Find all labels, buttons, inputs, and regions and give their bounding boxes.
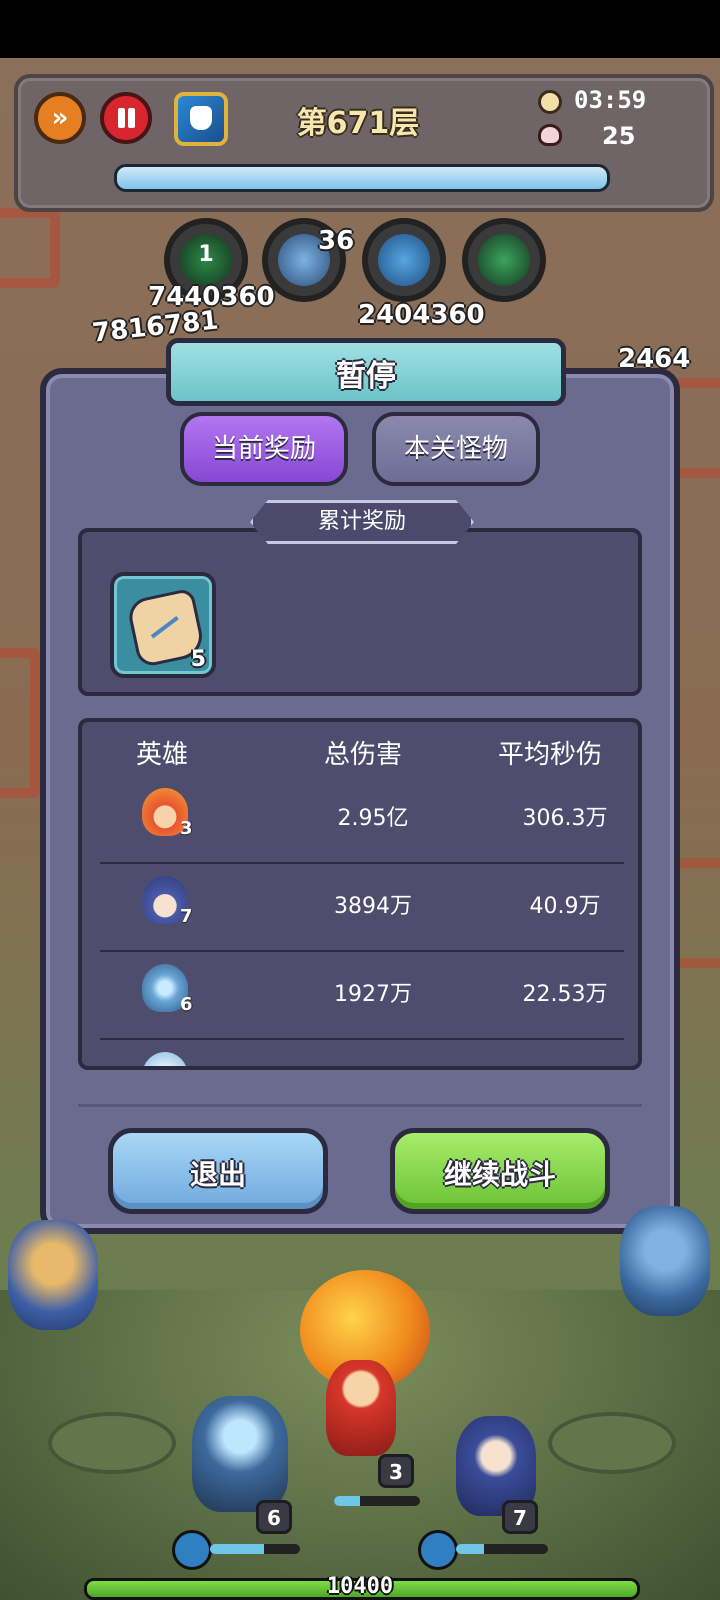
table-row [100,1038,624,1066]
ability-button-heal[interactable] [362,218,446,302]
background-tile [0,208,60,288]
tab-stage-monsters[interactable]: 本关怪物 [372,412,540,486]
damage-number: 36 [318,226,355,256]
ice-golem-hero-icon [142,1052,188,1066]
dialog-banner: 暂停 [166,338,566,406]
fast-forward-button[interactable]: » [34,92,86,144]
reward-count: 5 [190,647,206,672]
hero-level: 7 [180,906,193,927]
divider [78,1104,642,1107]
frost-knight-unit[interactable] [192,1396,288,1512]
reward-panel: 5 [78,528,642,696]
skill-card-button[interactable] [174,92,228,146]
floor-title: 第671层 [296,106,420,141]
unit-hp-fill [210,1544,264,1554]
enemy-dragon-right [620,1206,710,1316]
table-row: 3 2.95亿 306.3万 [100,774,624,864]
summon-hero-icon [478,234,530,286]
frost-knight-orb-icon [172,1530,212,1570]
damage-stats-panel[interactable]: 英雄 总伤害 平均秒伤 3 2.95亿 306.3万 7 3894万 40.9万… [78,718,642,1070]
avg-dps: 306.3万 [522,806,608,831]
exit-button[interactable]: 退出 [108,1128,328,1214]
dialog-title: 暂停 [336,359,396,394]
unit-hp-bar [210,1544,300,1554]
total-damage: 2.95亿 [337,806,409,831]
top-hud: » 第671层 03:59 25 [14,74,714,212]
exit-button-label: 退出 [189,1158,246,1191]
base-hp-text: 10400 [326,1574,394,1599]
unit-level: 7 [502,1500,538,1534]
continue-battle-button[interactable]: 继续战斗 [390,1128,610,1214]
boss-hp-fill [117,167,607,189]
avg-dps: 40.9万 [529,894,601,919]
timer-text: 03:59 [574,86,647,114]
damage-number: 2404360 [358,300,485,330]
hero-level: 6 [180,994,193,1015]
total-damage: 1927万 [334,982,412,1007]
clock-icon [538,90,562,114]
skill-card-icon [190,106,212,130]
table-row: 7 3894万 40.9万 [100,862,624,952]
heal-boost-icon [378,234,430,286]
unit-level: 6 [256,1500,292,1534]
unit-hp-bar [334,1496,420,1506]
ability-button-hero[interactable] [462,218,546,302]
header-avg-dps: 平均秒伤 [498,740,603,770]
fast-forward-icon: » [51,103,69,133]
table-row: 6 1927万 22.53万 [100,950,624,1040]
background-tile [0,648,40,798]
tab-current-rewards[interactable]: 当前奖励 [180,412,348,486]
reward-slot[interactable]: 5 [110,572,216,678]
hero-level: 3 [180,818,193,839]
unit-level: 3 [378,1454,414,1488]
unit-hp-fill [456,1544,484,1554]
priestess-orb-icon [418,1530,458,1570]
fire-hero-unit[interactable] [326,1360,396,1456]
enemy-dragon-left [8,1220,98,1330]
boss-hp-bar [114,164,610,192]
hero-pad [548,1412,676,1474]
kill-count: 25 [602,122,636,150]
avg-dps: 22.53万 [522,982,608,1007]
header-hero: 英雄 [136,740,189,770]
pause-dialog: 暂停 当前奖励 本关怪物 5 累计奖励 英雄 总伤害 平均秒伤 3 2.95亿 … [40,338,680,1234]
skull-icon [538,124,562,146]
total-damage: 3894万 [334,894,412,919]
unit-hp-fill [334,1496,360,1506]
hero-pad [48,1412,176,1474]
section-label: 累计奖励 [250,500,474,544]
continue-button-label: 继续战斗 [443,1158,556,1191]
ability-cooldown-label: 1 [198,242,214,267]
status-bar [0,0,720,58]
header-total-damage: 总伤害 [324,740,403,770]
unit-hp-bar [456,1544,548,1554]
pause-button[interactable] [100,92,152,144]
